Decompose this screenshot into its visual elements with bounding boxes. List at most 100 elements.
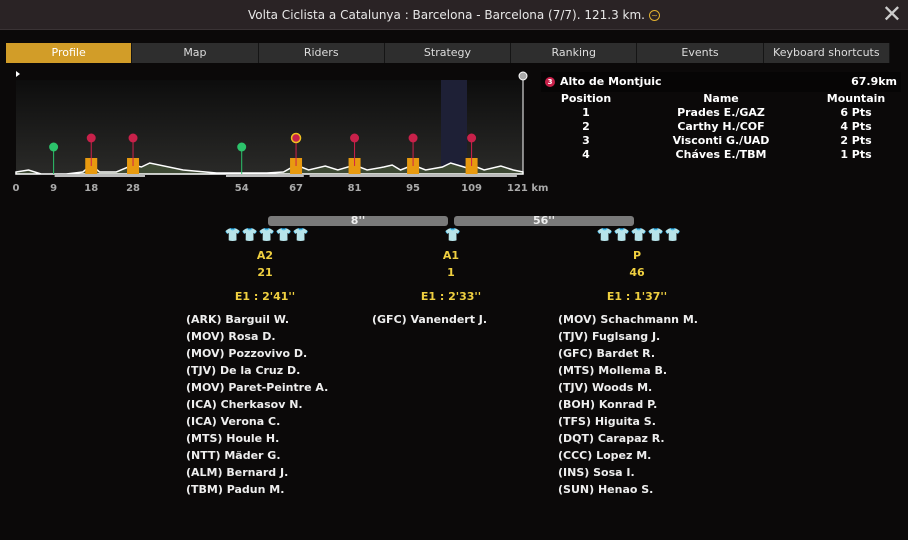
road-segment [225, 174, 304, 177]
group-name[interactable]: A1 [443, 249, 459, 262]
climb-result-row: 1 Prades E./GAZ 6 Pts [541, 106, 901, 120]
jersey-icon[interactable]: 👕 [631, 229, 647, 242]
header-position: Position [560, 92, 612, 105]
gap-bar: 8'' [268, 215, 448, 226]
climb-cell: 1 [582, 106, 590, 119]
climb-cell: 2 Pts [840, 134, 872, 147]
km-label: 121 km [507, 183, 549, 194]
climb-cell: 6 Pts [840, 106, 872, 119]
stage-profile[interactable] [0, 66, 540, 181]
climb-category-icon [128, 133, 138, 143]
tab-riders[interactable]: Riders [258, 43, 385, 63]
group-count: 1 [447, 266, 455, 279]
rider-item[interactable]: (MOV) Pozzovivo D. [186, 345, 328, 362]
jersey-icon[interactable]: 👕 [445, 229, 461, 242]
tab-keyboard-shortcuts[interactable]: Keyboard shortcuts [763, 43, 890, 63]
rider-item[interactable]: (ARK) Barguil W. [186, 311, 328, 328]
group-rider-list: (GFC) Vanendert J. [372, 311, 487, 328]
km-label: 109 [461, 183, 483, 194]
group-time: E1 : 1'37'' [606, 290, 668, 303]
road-segment [468, 174, 517, 177]
rider-item[interactable]: (TJV) Woods M. [558, 379, 698, 396]
rider-item[interactable]: (TBM) Padun M. [186, 481, 328, 498]
climb-category-icon [350, 133, 360, 143]
rider-item[interactable]: (DQT) Carapaz R. [558, 430, 698, 447]
jersey-icon[interactable]: 👕 [597, 229, 613, 242]
rider-item[interactable]: (SUN) Henao S. [558, 481, 698, 498]
rider-item[interactable]: (CCC) Lopez M. [558, 447, 698, 464]
rider-item[interactable]: (MTS) Houle H. [186, 430, 328, 447]
km-label: 28 [126, 183, 140, 194]
climb-result-row: 4 Cháves E./TBM 1 Pts [541, 148, 901, 162]
climb-result-row: 3 Visconti G./UAD 2 Pts [541, 134, 901, 148]
rider-item[interactable]: (ICA) Verona C. [186, 413, 328, 430]
rider-item[interactable]: (MTS) Mollema B. [558, 362, 698, 379]
group-name[interactable]: A2 [257, 249, 273, 262]
wind-icon: ~ [649, 10, 660, 21]
climb-category-icon [86, 133, 96, 143]
climb-category-icon [290, 132, 302, 144]
tab-bar: Profile Map Riders Strategy Ranking Even… [6, 43, 890, 63]
road-segment [309, 174, 426, 177]
rider-item[interactable]: (GFC) Bardet R. [558, 345, 698, 362]
climb-cell: Carthy H./COF [677, 120, 765, 133]
rider-item[interactable]: (MOV) Schachmann M. [558, 311, 698, 328]
climb-cell: 3 [582, 134, 590, 147]
climb-cell: 1 Pts [840, 148, 872, 161]
rider-item[interactable]: (TJV) De la Cruz D. [186, 362, 328, 379]
km-label: 67 [289, 183, 303, 194]
km-label: 18 [84, 183, 99, 194]
tab-ranking[interactable]: Ranking [511, 43, 638, 63]
start-icon [16, 71, 20, 77]
group-time: E1 : 2'41'' [234, 290, 296, 303]
climb-category-icon [408, 133, 418, 143]
jersey-icon[interactable]: 👕 [665, 229, 681, 242]
climb-cell: 4 [582, 148, 590, 161]
km-label: 0 [12, 183, 20, 194]
group-count: 46 [629, 266, 645, 279]
climb-cell: 2 [582, 120, 590, 133]
rider-item[interactable]: (ICA) Cherkasov N. [186, 396, 328, 413]
climb-name: Alto de Montjuic [560, 75, 662, 88]
tab-strategy[interactable]: Strategy [384, 43, 512, 63]
rider-item[interactable]: (TJV) Fuglsang J. [558, 328, 698, 345]
header-mountain: Mountain [826, 92, 886, 105]
climb-result-row: 2 Carthy H./COF 4 Pts [541, 120, 901, 134]
tab-profile[interactable]: Profile [6, 43, 133, 63]
window-title: Volta Ciclista a Catalunya : Barcelona -… [247, 8, 645, 22]
climb-category-icon: 3 [545, 77, 555, 87]
group-rider-list: (MOV) Schachmann M. (TJV) Fuglsang J. (GFC… [558, 311, 698, 498]
rider-item[interactable]: (INS) Sosa I. [558, 464, 698, 481]
km-label: 81 [347, 183, 362, 194]
rider-item[interactable]: (ALM) Bernard J. [186, 464, 328, 481]
jersey-icon[interactable]: 👕 [276, 229, 292, 242]
rider-item[interactable]: (NTT) Mäder G. [186, 447, 328, 464]
km-label: 9 [50, 183, 58, 194]
header-name: Name [703, 92, 739, 105]
climb-cell: Prades E./GAZ [677, 106, 765, 119]
jersey-icon[interactable]: 👕 [259, 229, 275, 242]
group-rider-list: (ARK) Barguil W. (MOV) Rosa D. (MOV) Pozzo… [186, 311, 328, 498]
jersey-icon[interactable]: 👕 [648, 229, 664, 242]
km-label: 54 [234, 183, 249, 194]
rider-item[interactable]: (BOH) Konrad P. [558, 396, 698, 413]
tab-events[interactable]: Events [637, 43, 764, 63]
group-jerseys: 👕 👕 👕 👕 👕 [225, 229, 309, 242]
group-name[interactable]: P [633, 249, 641, 262]
close-icon[interactable]: ✕ [882, 2, 902, 26]
climb-category-icon [467, 133, 477, 143]
tab-map[interactable]: Map [132, 43, 259, 63]
rider-item[interactable]: (GFC) Vanendert J. [372, 311, 487, 328]
rider-item[interactable]: (TFS) Higuita S. [558, 413, 698, 430]
climb-panel: 3 Alto de Montjuic 67.9km Position Name Moun… [541, 72, 901, 162]
jersey-icon[interactable]: 👕 [225, 229, 241, 242]
title-bar: Volta Ciclista a Catalunya : Barcelona -… [0, 0, 908, 30]
sprint-icon [237, 142, 247, 152]
jersey-icon[interactable]: 👕 [614, 229, 630, 242]
group-jerseys: 👕 [445, 229, 461, 242]
jersey-icon[interactable]: 👕 [242, 229, 258, 242]
jersey-icon[interactable]: 👕 [293, 229, 309, 242]
climb-cell: 4 Pts [840, 120, 872, 133]
rider-item[interactable]: (MOV) Paret-Peintre A. [186, 379, 328, 396]
rider-item[interactable]: (MOV) Rosa D. [186, 328, 328, 345]
